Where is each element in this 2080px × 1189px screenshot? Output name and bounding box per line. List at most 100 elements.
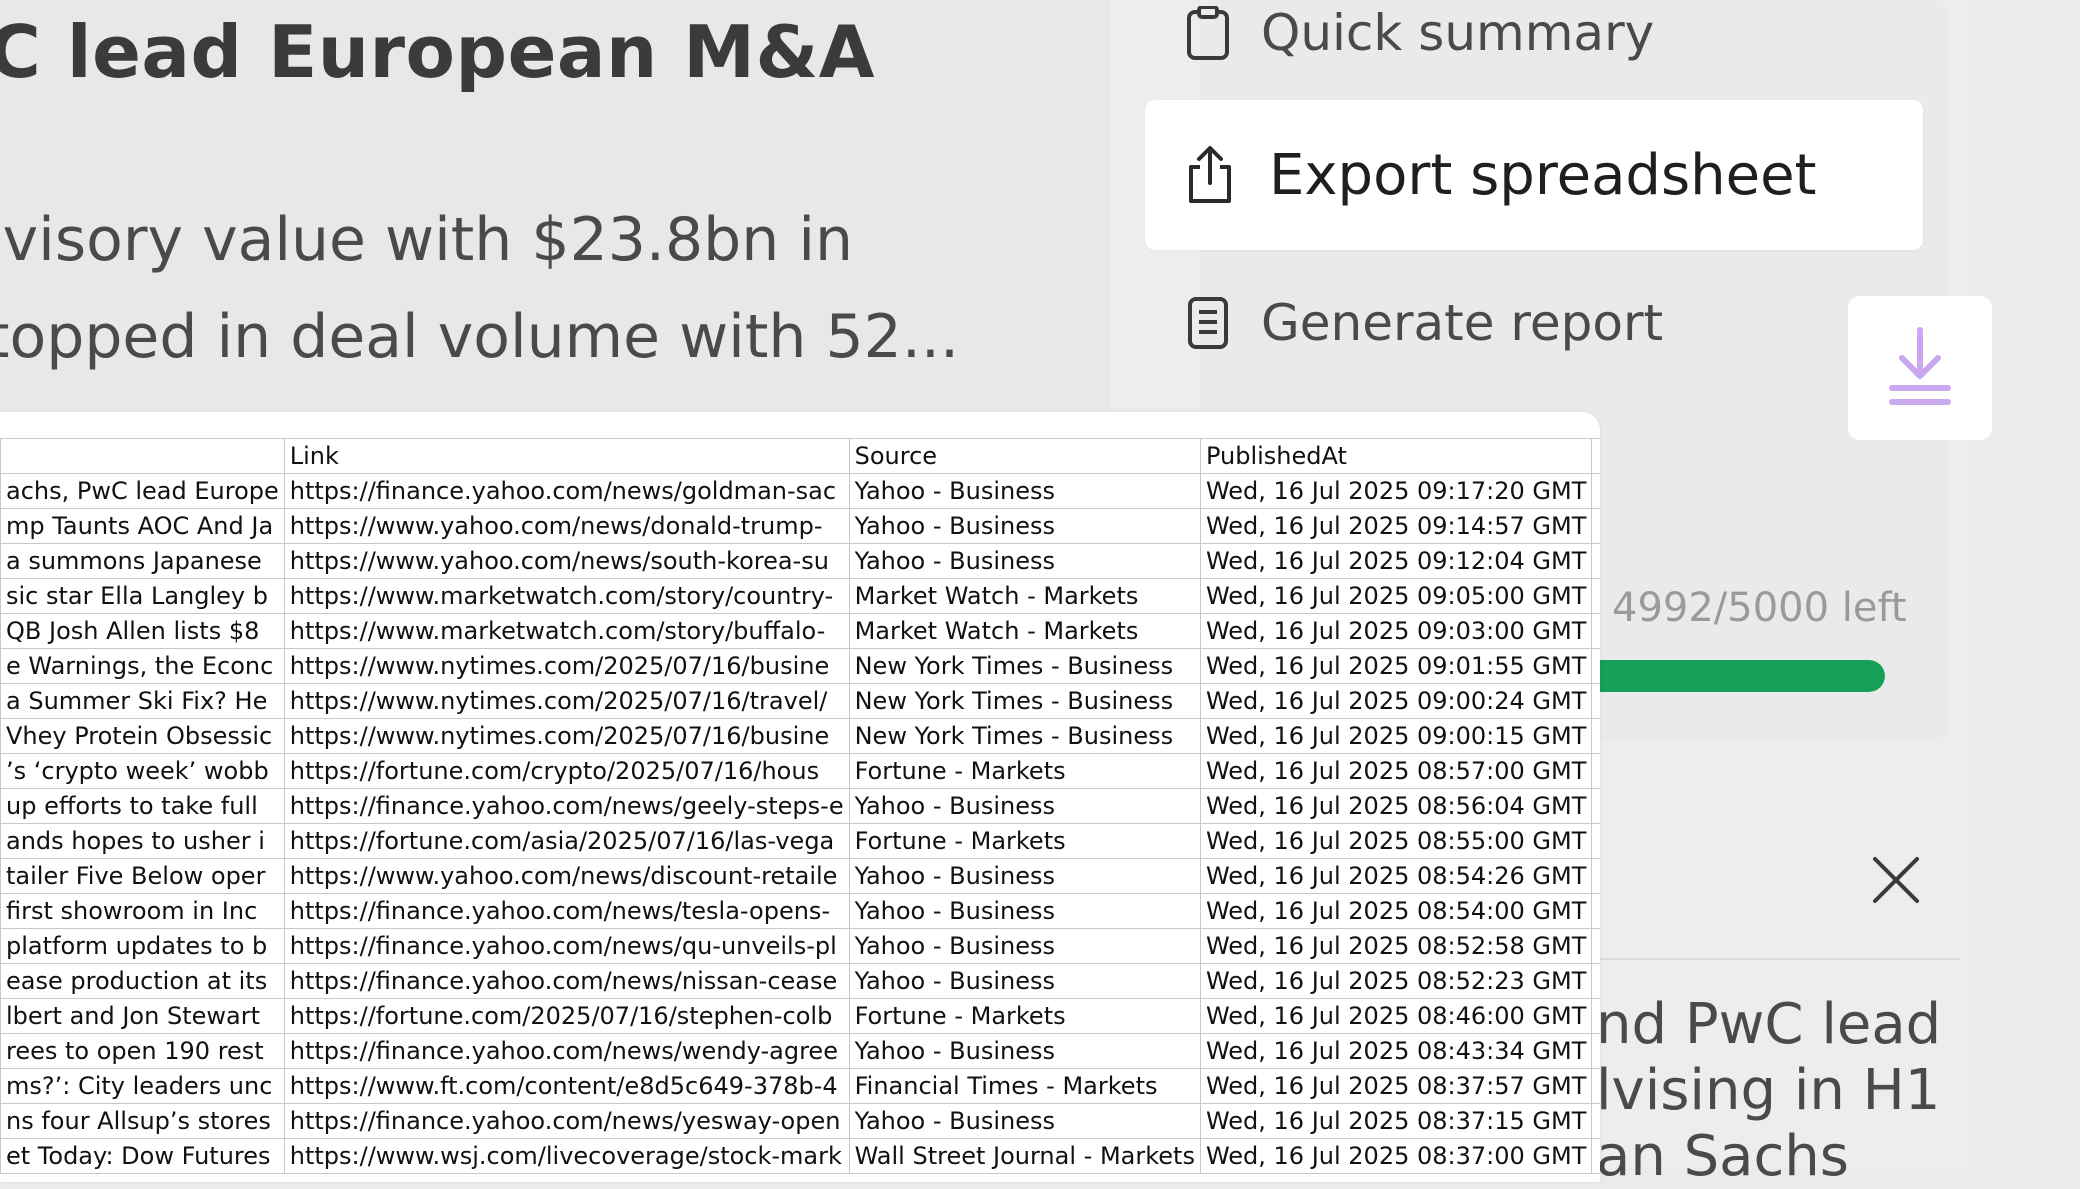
cell-empty: [1591, 963, 1600, 999]
quota-progress-bar: [1585, 660, 1885, 692]
share-upload-icon: [1185, 146, 1235, 203]
cell-published-at: Wed, 16 Jul 2025 09:03:00 GMT: [1199, 613, 1593, 649]
cell-link: https://finance.yahoo.com/news/wendy-agr…: [283, 1033, 850, 1069]
cell-link: https://fortune.com/crypto/2025/07/16/ho…: [283, 753, 850, 789]
cell-source: Wall Street Journal - Markets: [848, 1138, 1201, 1174]
article-summary-line: topped in deal volume with 52...: [0, 302, 960, 372]
table-row: a Summer Ski Fix? He https://www.nytimes.…: [0, 683, 1600, 719]
cell-empty: [1591, 648, 1600, 684]
cell-published-at: Wed, 16 Jul 2025 09:01:55 GMT: [1199, 648, 1593, 684]
cell-link: https://www.nytimes.com/2025/07/16/trave…: [283, 683, 850, 719]
close-button[interactable]: [1864, 850, 1928, 914]
table-row: rees to open 190 rest https://finance.yah…: [0, 1033, 1600, 1069]
cell-published-at: Wed, 16 Jul 2025 08:37:15 GMT: [1199, 1103, 1593, 1139]
table-row: tailer Five Below oper https://www.yahoo.…: [0, 858, 1600, 894]
menu-item-label: Export spreadsheet: [1269, 142, 1817, 208]
quick-summary-menu-item[interactable]: Quick summary: [1145, 0, 1923, 88]
cell-source: Yahoo - Business: [848, 1103, 1201, 1139]
cell-link: https://finance.yahoo.com/news/nissan-ce…: [283, 963, 850, 999]
menu-item-label: Quick summary: [1261, 4, 1655, 62]
column-header: [0, 438, 285, 474]
download-button[interactable]: [1848, 296, 1992, 440]
cell-link: https://www.ft.com/content/e8d5c649-378b…: [283, 1068, 850, 1104]
cell-empty: [1591, 718, 1600, 754]
cell-source: Yahoo - Business: [848, 543, 1201, 579]
cell-empty: [1591, 858, 1600, 894]
cell-link: https://www.yahoo.com/news/discount-reta…: [283, 858, 850, 894]
article-summary-line: lvisory value with $23.8bn in: [0, 205, 854, 275]
cell-link: https://finance.yahoo.com/news/goldman-s…: [283, 473, 850, 509]
cell-source: Yahoo - Business: [848, 508, 1201, 544]
cell-empty: [1591, 613, 1600, 649]
download-icon: [1886, 326, 1954, 410]
cell-link: https://fortune.com/asia/2025/07/16/las-…: [283, 823, 850, 859]
table-row: ns four Allsup’s stores https://finance.y…: [0, 1103, 1600, 1139]
cell-source: Yahoo - Business: [848, 788, 1201, 824]
cell-source: Yahoo - Business: [848, 858, 1201, 894]
cell-published-at: Wed, 16 Jul 2025 08:46:00 GMT: [1199, 998, 1593, 1034]
cell-title: ands hopes to usher i: [0, 823, 285, 859]
cell-link: https://finance.yahoo.com/news/qu-unveil…: [283, 928, 850, 964]
column-header-published-at: PublishedAt: [1199, 438, 1593, 474]
cell-published-at: Wed, 16 Jul 2025 08:57:00 GMT: [1199, 753, 1593, 789]
table-row: first showroom in Inc https://finance.yah…: [0, 893, 1600, 929]
table-row: Vhey Protein Obsessic https://www.nytimes…: [0, 718, 1600, 754]
cell-empty: [1591, 1103, 1600, 1139]
table-row: et Today: Dow Futures https://www.wsj.com…: [0, 1138, 1600, 1174]
divider: [1600, 958, 1960, 960]
cell-empty: [1591, 788, 1600, 824]
cell-source: Yahoo - Business: [848, 1033, 1201, 1069]
cell-title: platform updates to b: [0, 928, 285, 964]
cell-empty: [1591, 683, 1600, 719]
cell-source: New York Times - Business: [848, 648, 1201, 684]
document-icon: [1183, 295, 1233, 351]
table-row: lbert and Jon Stewart https://fortune.com…: [0, 998, 1600, 1034]
cell-empty: [1591, 893, 1600, 929]
cell-link: https://www.marketwatch.com/story/countr…: [283, 578, 850, 614]
cell-title: e Warnings, the Econc: [0, 648, 285, 684]
cell-link: https://www.nytimes.com/2025/07/16/busin…: [283, 648, 850, 684]
table-row: ’s ‘crypto week’ wobb https://fortune.com…: [0, 753, 1600, 789]
cell-published-at: Wed, 16 Jul 2025 08:37:00 GMT: [1199, 1138, 1593, 1174]
cell-published-at: Wed, 16 Jul 2025 08:37:57 GMT: [1199, 1068, 1593, 1104]
cell-title: up efforts to take full: [0, 788, 285, 824]
card-title-line: an Sachs: [1596, 1124, 1849, 1189]
cell-source: Yahoo - Business: [848, 473, 1201, 509]
cell-empty: [1591, 1068, 1600, 1104]
cell-source: New York Times - Business: [848, 683, 1201, 719]
cell-published-at: Wed, 16 Jul 2025 09:05:00 GMT: [1199, 578, 1593, 614]
cell-source: Fortune - Markets: [848, 823, 1201, 859]
cell-published-at: Wed, 16 Jul 2025 09:00:15 GMT: [1199, 718, 1593, 754]
table-row: sic star Ella Langley b https://www.marke…: [0, 578, 1600, 614]
cell-source: Yahoo - Business: [848, 893, 1201, 929]
export-spreadsheet-menu-item[interactable]: Export spreadsheet: [1145, 100, 1923, 250]
cell-empty: [1591, 508, 1600, 544]
cell-empty: [1591, 998, 1600, 1034]
cell-title: et Today: Dow Futures: [0, 1138, 285, 1174]
table-row: achs, PwC lead Europe https://finance.yah…: [0, 473, 1600, 509]
cell-published-at: Wed, 16 Jul 2025 08:52:23 GMT: [1199, 963, 1593, 999]
cell-link: https://finance.yahoo.com/news/geely-ste…: [283, 788, 850, 824]
cell-title: QB Josh Allen lists $8: [0, 613, 285, 649]
table-row: platform updates to b https://finance.yah…: [0, 928, 1600, 964]
cell-link: https://finance.yahoo.com/news/yesway-op…: [283, 1103, 850, 1139]
generate-report-menu-item[interactable]: Generate report: [1145, 268, 1923, 378]
table-row: e Warnings, the Econc https://www.nytimes…: [0, 648, 1600, 684]
spreadsheet-table: Link Source PublishedAt achs, PwC lead E…: [0, 438, 1600, 1174]
clipboard-icon: [1183, 5, 1233, 61]
cell-source: Financial Times - Markets: [848, 1068, 1201, 1104]
cell-title: ’s ‘crypto week’ wobb: [0, 753, 285, 789]
cell-title: ms?’: City leaders unc: [0, 1068, 285, 1104]
cell-source: New York Times - Business: [848, 718, 1201, 754]
table-row: ands hopes to usher i https://fortune.com…: [0, 823, 1600, 859]
table-row: up efforts to take full https://finance.y…: [0, 788, 1600, 824]
cell-link: https://www.yahoo.com/news/donald-trump-: [283, 508, 850, 544]
cell-title: a summons Japanese: [0, 543, 285, 579]
cell-title: Vhey Protein Obsessic: [0, 718, 285, 754]
table-row: ms?’: City leaders unc https://www.ft.com…: [0, 1068, 1600, 1104]
cell-published-at: Wed, 16 Jul 2025 09:12:04 GMT: [1199, 543, 1593, 579]
cell-published-at: Wed, 16 Jul 2025 08:54:26 GMT: [1199, 858, 1593, 894]
cell-title: sic star Ella Langley b: [0, 578, 285, 614]
cell-empty: [1591, 1138, 1600, 1174]
cell-source: Market Watch - Markets: [848, 578, 1201, 614]
